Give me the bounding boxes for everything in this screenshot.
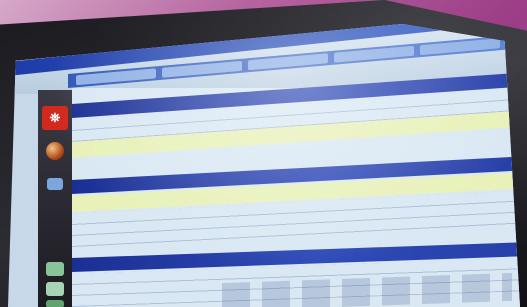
main-panel — [72, 72, 520, 307]
orb-icon[interactable] — [46, 142, 64, 160]
card-icon[interactable] — [47, 178, 63, 190]
toolbar-icon-2[interactable] — [46, 282, 64, 296]
app-logo-icon[interactable]: ⛯ — [42, 106, 68, 130]
left-rail: ⛯ — [38, 90, 72, 307]
screen: ⛯ — [8, 24, 520, 307]
toolbar-icon-3[interactable] — [46, 300, 64, 307]
toolbar-icon-1[interactable] — [46, 262, 64, 276]
